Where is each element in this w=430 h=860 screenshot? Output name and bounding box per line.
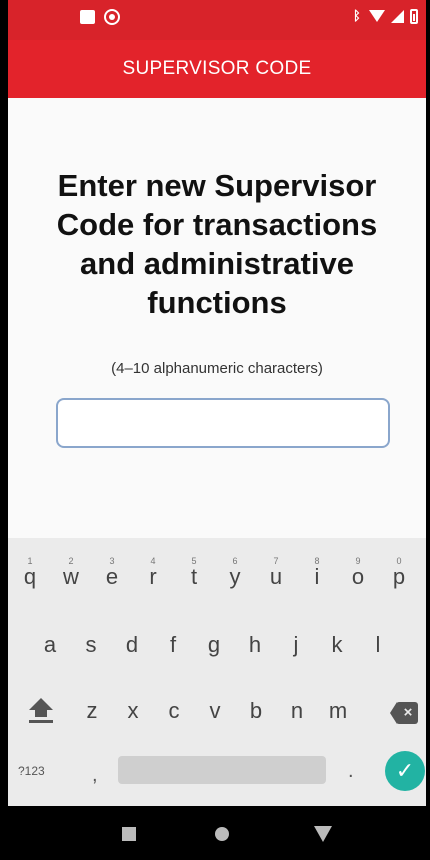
key-k[interactable]: k xyxy=(319,620,355,670)
bluetooth-icon: ᛒ xyxy=(353,8,361,23)
home-circle-icon[interactable] xyxy=(215,827,229,841)
main-content: Enter new Supervisor Code for transactio… xyxy=(8,98,426,538)
key-m[interactable]: m xyxy=(320,686,356,736)
battery-icon xyxy=(410,8,418,24)
status-icons: ᛒ xyxy=(353,8,418,24)
period-key[interactable]: . xyxy=(348,760,354,783)
key-g[interactable]: g xyxy=(196,620,232,670)
key-s[interactable]: s xyxy=(73,620,109,670)
wifi-icon xyxy=(369,10,385,22)
shift-stem xyxy=(35,709,47,717)
key-h[interactable]: h xyxy=(237,620,273,670)
navigation-bar xyxy=(8,806,426,860)
done-check-button[interactable]: ✓ xyxy=(385,751,425,791)
app-title: SUPERVISOR CODE xyxy=(122,58,312,79)
shift-key[interactable] xyxy=(26,698,56,728)
page-heading: Enter new Supervisor Code for transactio… xyxy=(56,168,378,320)
app-bar: SUPERVISOR CODE xyxy=(8,40,426,98)
status-bar: ᛒ xyxy=(8,0,426,40)
key-r[interactable]: 4r xyxy=(135,552,171,602)
key-a[interactable]: a xyxy=(32,620,68,670)
key-p[interactable]: 0p xyxy=(381,552,417,602)
sync-icon xyxy=(104,9,120,25)
key-o[interactable]: 9o xyxy=(340,552,376,602)
soft-keyboard: 1q 2w 3e 4r 5t 6y 7u 8i 9o 0p a s d f g … xyxy=(8,538,426,806)
key-l[interactable]: l xyxy=(360,620,396,670)
recents-triangle-icon[interactable] xyxy=(314,826,332,842)
key-w[interactable]: 2w xyxy=(53,552,89,602)
supervisor-code-input[interactable] xyxy=(56,398,390,448)
key-b[interactable]: b xyxy=(238,686,274,736)
key-z[interactable]: z xyxy=(74,686,110,736)
key-j[interactable]: j xyxy=(278,620,314,670)
checkmark-icon: ✓ xyxy=(395,758,415,783)
key-u[interactable]: 7u xyxy=(258,552,294,602)
key-q[interactable]: 1q xyxy=(12,552,48,602)
device-screen: ᛒ SUPERVISOR CODE Enter new Supervisor C… xyxy=(8,0,426,860)
key-f[interactable]: f xyxy=(155,620,191,670)
key-c[interactable]: c xyxy=(156,686,192,736)
key-y[interactable]: 6y xyxy=(217,552,253,602)
notification-square-icon xyxy=(80,10,95,24)
signal-icon xyxy=(391,9,404,23)
key-n[interactable]: n xyxy=(279,686,315,736)
backspace-key[interactable]: × xyxy=(390,702,418,724)
key-e[interactable]: 3e xyxy=(94,552,130,602)
key-d[interactable]: d xyxy=(114,620,150,670)
key-v[interactable]: v xyxy=(197,686,233,736)
back-square-icon[interactable] xyxy=(122,827,136,841)
key-t[interactable]: 5t xyxy=(176,552,212,602)
key-i[interactable]: 8i xyxy=(299,552,335,602)
backspace-x: × xyxy=(403,704,413,721)
code-format-hint: (4–10 alphanumeric characters) xyxy=(111,360,323,377)
symbols-key[interactable]: ?123 xyxy=(18,764,45,778)
key-x[interactable]: x xyxy=(115,686,151,736)
comma-key[interactable]: , xyxy=(92,764,98,787)
caps-underline xyxy=(29,720,53,723)
space-bar[interactable] xyxy=(118,756,326,784)
